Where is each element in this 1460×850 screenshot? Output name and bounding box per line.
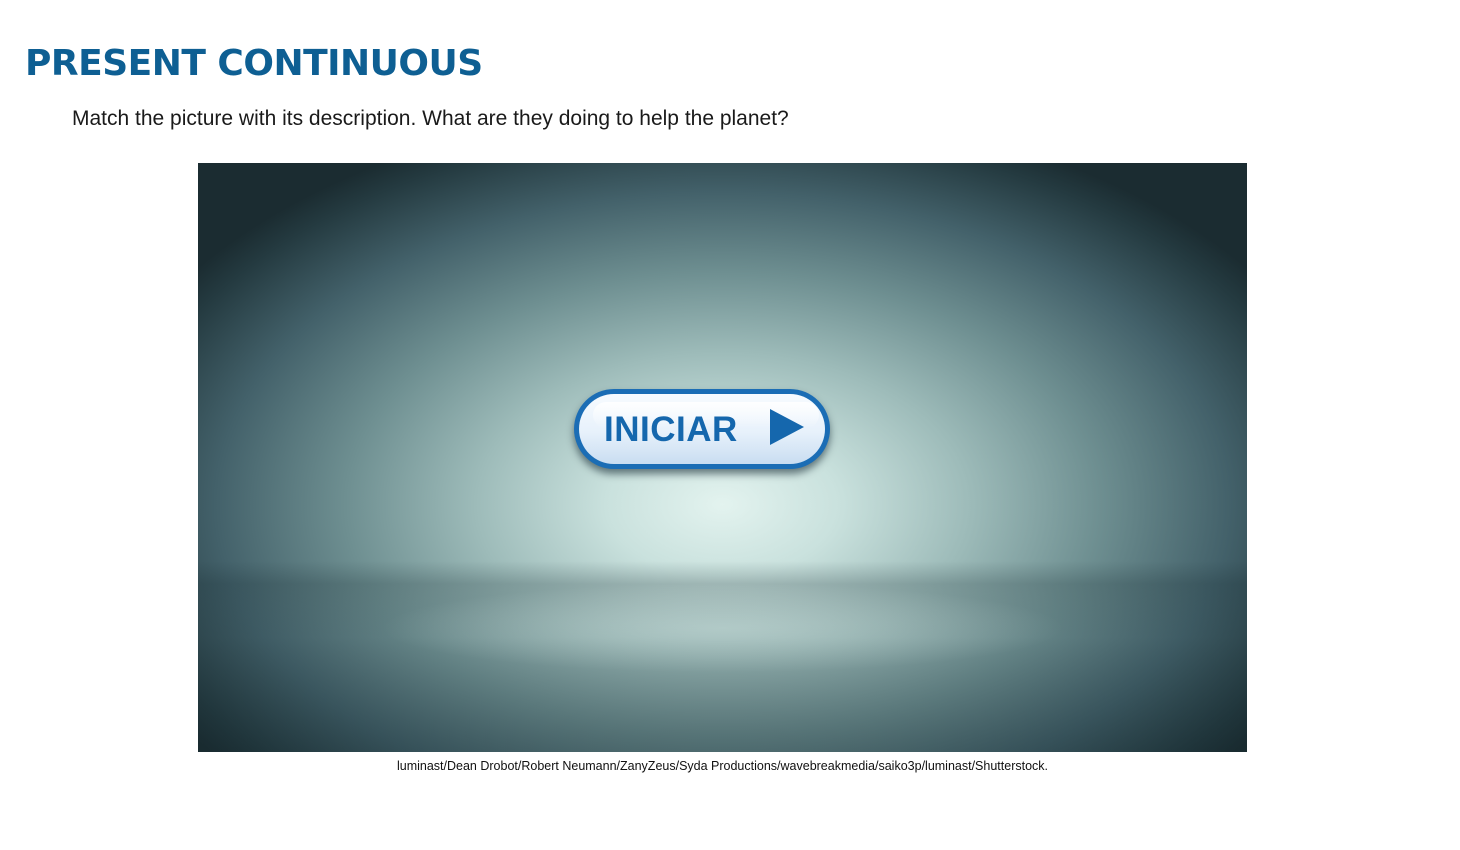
start-button-label: INICIAR bbox=[604, 410, 738, 449]
page-title: PRESENT CONTINUOUS bbox=[25, 43, 483, 84]
activity-instruction: Match the picture with its description. … bbox=[72, 107, 789, 130]
start-button[interactable]: INICIAR bbox=[574, 389, 830, 469]
stage-floor-glow bbox=[378, 583, 1068, 673]
play-icon bbox=[770, 409, 804, 445]
activity-stage: INICIAR bbox=[198, 163, 1247, 752]
image-credits: luminast/Dean Drobot/Robert Neumann/Zany… bbox=[396, 759, 1049, 773]
